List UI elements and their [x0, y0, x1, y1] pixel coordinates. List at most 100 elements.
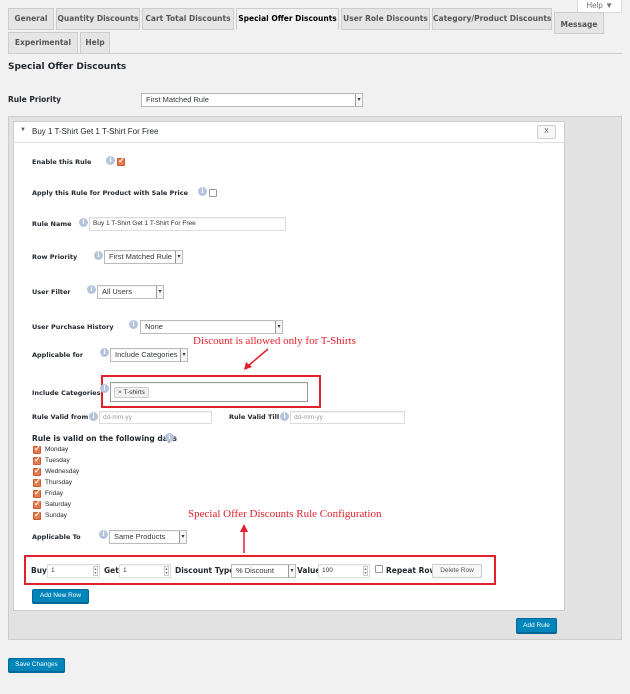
row-priority-label: Row Priority [32, 253, 78, 261]
tab-help[interactable]: Help [80, 32, 110, 54]
tabs-divider [8, 53, 622, 54]
valid-till-label: Rule Valid Till [229, 413, 280, 421]
rule-priority-value: First Matched Rule [146, 95, 209, 104]
tab-general[interactable]: General [8, 8, 54, 30]
info-icon: i [165, 433, 174, 442]
chevron-down-icon: ▾ [179, 531, 186, 543]
rule-name-label: Rule Name [32, 220, 72, 228]
info-icon: i [94, 251, 103, 260]
tab-special-offer-discounts[interactable]: Special Offer Discounts [236, 8, 339, 30]
chevron-down-icon: ▾ [180, 349, 187, 361]
sale-price-checkbox[interactable] [209, 189, 217, 197]
applicable-to-value: Same Products [114, 532, 166, 541]
discount-type-select[interactable]: % Discount ▾ [231, 564, 296, 578]
save-changes-button[interactable]: Save Changes [8, 658, 65, 672]
stepper-icon[interactable]: ▴ ▾ [363, 566, 368, 576]
info-icon: i [280, 412, 289, 421]
info-icon: i [87, 285, 96, 294]
discount-value-input[interactable]: 100 ▴ ▾ [318, 564, 370, 578]
day-checkbox-wednesday[interactable] [33, 466, 41, 476]
buy-value: 1 [51, 567, 55, 574]
day-checkbox-monday[interactable] [33, 444, 41, 454]
buy-label: Buy [31, 566, 47, 575]
category-tag[interactable]: × T-shirts [114, 387, 149, 398]
valid-from-input[interactable]: dd-mm-yy [99, 411, 212, 424]
config-annotation: Special Offer Discounts Rule Configurati… [188, 508, 382, 520]
chevron-down-icon: ▾ [275, 321, 282, 333]
repeat-row-label: Repeat Row [386, 566, 437, 575]
valid-from-label: Rule Valid from [32, 413, 89, 421]
collapse-triangle-icon[interactable]: ▼ [20, 127, 26, 133]
row-priority-select[interactable]: First Matched Rule ▾ [104, 250, 183, 264]
purchase-history-select[interactable]: None ▾ [140, 320, 283, 334]
get-label: Get [104, 566, 119, 575]
annotation-arrow-icon [244, 348, 269, 370]
tab-category-product-discounts[interactable]: Category/Product Discounts [432, 8, 552, 30]
get-value: 1 [123, 567, 127, 574]
day-label: Friday [45, 490, 64, 497]
close-rule-button[interactable]: X [537, 125, 556, 139]
buy-quantity-input[interactable]: 1 ▴ ▾ [47, 564, 100, 578]
chevron-down-icon: ▾ [175, 251, 182, 263]
info-icon: i [100, 348, 109, 357]
info-icon: i [198, 187, 207, 196]
discount-type-label: Discount Type [175, 566, 235, 575]
purchase-history-label: User Purchase History [32, 323, 114, 331]
applicable-to-select[interactable]: Same Products ▾ [109, 530, 187, 544]
rule-name-input[interactable]: Buy 1 T-Shirt Get 1 T-Shirt For Free [89, 217, 286, 231]
stepper-icon[interactable]: ▴ ▾ [93, 566, 98, 576]
valid-till-input[interactable]: dd-mm-yy [290, 411, 405, 424]
day-checkbox-saturday[interactable] [33, 499, 41, 509]
value-label: Value [297, 566, 321, 575]
rule-priority-label: Rule Priority [8, 95, 62, 104]
info-icon: i [100, 384, 109, 393]
user-filter-value: All Users [102, 287, 133, 296]
tab-quantity-discounts[interactable]: Quantity Discounts [56, 8, 140, 30]
stepper-icon[interactable]: ▴ ▾ [164, 566, 169, 576]
chevron-down-icon: ▾ [355, 94, 362, 106]
day-label: Sunday [45, 512, 68, 519]
rule-header[interactable]: ▼ Buy 1 T-Shirt Get 1 T-Shirt For Free [13, 121, 565, 143]
enable-rule-checkbox[interactable] [117, 156, 125, 166]
add-rule-button[interactable]: Add Rule [516, 618, 557, 633]
categories-annotation: Discount is allowed only for T-Shirts [193, 335, 356, 347]
day-checkbox-friday[interactable] [33, 488, 41, 498]
day-checkbox-sunday[interactable] [33, 510, 41, 520]
enable-rule-label: Enable this Rule [32, 158, 92, 166]
discount-value: 100 [322, 567, 333, 574]
info-icon: i [106, 156, 115, 165]
day-checkbox-thursday[interactable] [33, 477, 41, 487]
sale-price-label: Apply this Rule for Product with Sale Pr… [32, 189, 189, 197]
user-filter-select[interactable]: All Users ▾ [97, 285, 164, 299]
day-label: Wednesday [45, 468, 80, 475]
rule-title: Buy 1 T-Shirt Get 1 T-Shirt For Free [32, 127, 159, 136]
day-label: Thursday [45, 479, 73, 486]
applicable-to-label: Applicable To [32, 533, 81, 541]
tab-message[interactable]: Message [554, 12, 604, 34]
chevron-down-icon: ▾ [156, 286, 163, 298]
delete-row-button[interactable]: Delete Row [432, 564, 482, 578]
get-quantity-input[interactable]: 1 ▴ ▾ [119, 564, 171, 578]
day-label: Tuesday [45, 457, 70, 464]
page-title: Special Offer Discounts [8, 62, 127, 72]
add-new-row-button[interactable]: Add New Row [32, 589, 89, 603]
applicable-for-value: Include Categories [115, 350, 178, 359]
tab-user-role-discounts[interactable]: User Role Discounts [341, 8, 430, 30]
tab-cart-total-discounts[interactable]: Cart Total Discounts [142, 8, 234, 30]
chevron-down-icon: ▾ [288, 565, 295, 577]
row-priority-value: First Matched Rule [109, 252, 172, 261]
info-icon: i [99, 530, 108, 539]
applicable-for-select[interactable]: Include Categories ▾ [110, 348, 188, 362]
repeat-row-checkbox[interactable] [375, 565, 383, 573]
user-filter-label: User Filter [32, 288, 71, 296]
day-label: Monday [45, 446, 69, 453]
info-icon: i [129, 320, 138, 329]
rule-priority-select[interactable]: First Matched Rule ▾ [141, 93, 363, 107]
tab-experimental[interactable]: Experimental [8, 32, 78, 54]
info-icon: i [89, 412, 98, 421]
annotation-arrow-icon [240, 524, 248, 553]
day-checkbox-tuesday[interactable] [33, 455, 41, 465]
applicable-for-label: Applicable for [32, 351, 84, 359]
include-categories-label: Include Categories [32, 389, 101, 397]
day-label: Saturday [45, 501, 72, 508]
